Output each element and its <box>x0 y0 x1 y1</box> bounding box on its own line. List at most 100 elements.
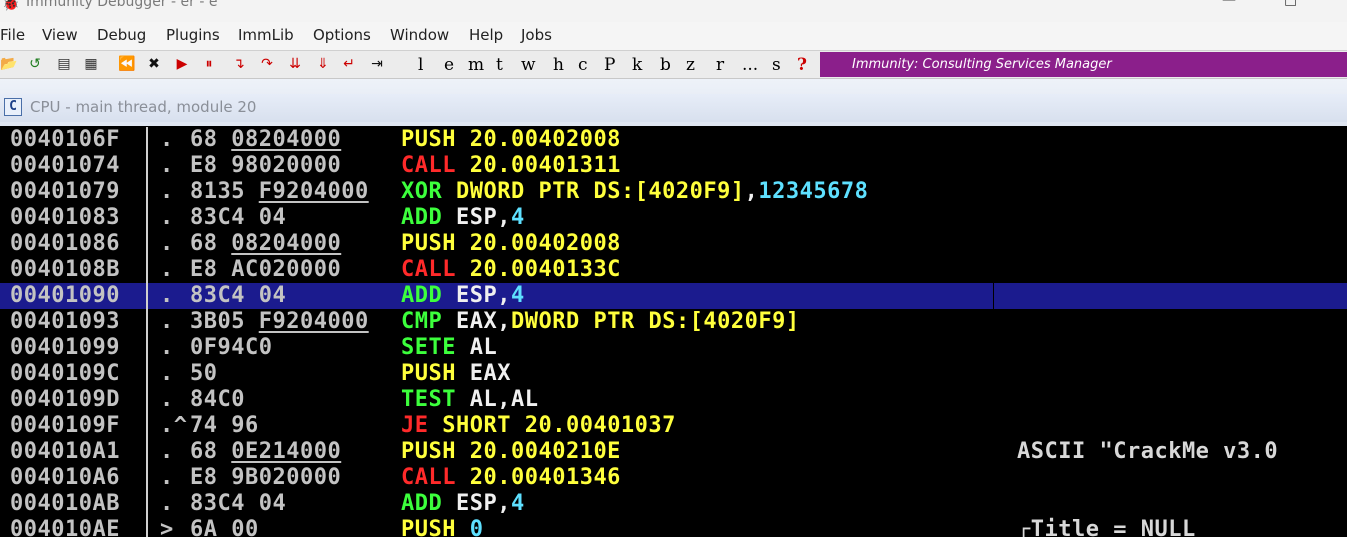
step-over-icon[interactable]: ↷ <box>258 54 276 74</box>
column-divider <box>146 127 148 153</box>
instruction-operand: EAX <box>469 361 511 386</box>
consulting-banner[interactable]: Immunity: Consulting Services Manager <box>820 52 1347 77</box>
disasm-row[interactable]: 004010AE >6A 00 PUSH 0 ┌Title = NULL <box>0 517 1347 537</box>
instruction-operand: , <box>497 205 511 230</box>
comment-column-divider <box>993 283 994 309</box>
hex-bytes: E8 98020000 <box>190 153 342 178</box>
toolbar-handles-button[interactable]: h <box>553 55 564 75</box>
disasm-flow-mark: . <box>160 387 174 412</box>
menu-file[interactable]: File <box>0 26 25 44</box>
disasm-row[interactable]: 00401083. 83C4 04 ADD ESP,4 <box>0 205 1347 231</box>
disasm-row[interactable]: 004010AB. 83C4 04 ADD ESP,4 <box>0 491 1347 517</box>
toolbar-windows-button[interactable]: w <box>521 55 536 75</box>
menu-immlib[interactable]: ImmLib <box>238 26 294 44</box>
toolbar-threads-button[interactable]: t <box>496 55 503 75</box>
menu-options[interactable]: Options <box>313 26 371 44</box>
instruction-mnemonic: CALL <box>401 257 456 282</box>
toolbar-run-trace-button[interactable]: ... <box>742 55 758 75</box>
toolbar-exec-modules-button[interactable]: e <box>444 55 454 75</box>
toolbar-hw-breakpoints-button[interactable]: z <box>686 55 695 75</box>
disasm-row[interactable]: 0040109D. 84C0 TEST AL,AL <box>0 387 1347 413</box>
disasm-flow-mark: . <box>160 283 174 308</box>
toolbar-breakpoints-button[interactable]: b <box>660 55 671 75</box>
minimize-icon[interactable]: — <box>1222 0 1236 8</box>
column-divider <box>146 205 148 231</box>
menu-debug[interactable]: Debug <box>97 26 146 44</box>
column-divider <box>146 231 148 257</box>
disasm-flow-mark: . <box>160 335 174 360</box>
column-divider <box>146 179 148 205</box>
instruction-operand: 4 <box>511 491 525 516</box>
menu-bar: File View Debug Plugins ImmLib Options W… <box>0 22 1347 50</box>
trace-into-icon[interactable]: ⇊ <box>286 54 304 74</box>
maximize-icon[interactable]: □ <box>1284 0 1297 8</box>
grid-icon[interactable]: ▦ <box>82 54 100 74</box>
disasm-row[interactable]: 0040109F .^ 74 96 JE SHORT 20.00401037 <box>0 413 1347 439</box>
instruction-operand: 20.0040133C <box>469 257 621 282</box>
restart-icon[interactable]: ↺ <box>26 54 44 74</box>
menu-jobs[interactable]: Jobs <box>521 26 552 44</box>
toolbar-source-button[interactable]: s <box>772 55 781 75</box>
disasm-row[interactable]: 00401093. 3B05 F9204000 CMP EAX,DWORD PTR … <box>0 309 1347 335</box>
disasm-hex-dump: E8 98020000 <box>190 153 341 179</box>
toolbar-patches-button[interactable]: P <box>604 55 615 75</box>
goto-icon[interactable]: ⇥ <box>368 54 386 74</box>
open-icon[interactable]: 📂 <box>0 54 18 74</box>
instruction-operand: 0 <box>469 517 484 537</box>
toolbar-memory-button[interactable]: m <box>468 55 484 75</box>
menu-view[interactable]: View <box>42 26 78 44</box>
disasm-hex-dump: 83C4 04 <box>190 283 286 309</box>
disasm-row[interactable]: 0040109C. 50 PUSH EAX <box>0 361 1347 387</box>
menu-window[interactable]: Window <box>390 26 449 44</box>
run-icon[interactable]: ▶ <box>173 54 191 74</box>
close-icon[interactable]: ✖ <box>145 54 163 74</box>
toolbar-cpu-button[interactable]: c <box>578 55 588 75</box>
toolbar-stack-button[interactable]: k <box>632 55 642 75</box>
toolbar-log-button[interactable]: l <box>418 55 423 75</box>
instruction-operand: DWORD PTR DS:[4020F9] <box>456 179 745 204</box>
disasm-row[interactable]: 004010A6. E8 9B020000 CALL 20.00401346 <box>0 465 1347 491</box>
rewind-icon[interactable]: ⏪ <box>118 54 136 74</box>
hex-fixup-bytes: 08204000 <box>231 231 342 256</box>
hex-bytes: 84C0 <box>190 387 245 412</box>
disasm-hex-dump: 8135 F9204000 <box>190 179 369 205</box>
instruction-mnemonic: SETE <box>401 335 456 360</box>
disasm-instruction: CALL 20.0040133C <box>401 257 621 283</box>
pause-icon[interactable]: ⏸ <box>200 54 218 74</box>
disasm-hex-dump: 3B05 F9204000 <box>190 309 369 335</box>
disasm-row[interactable]: 004010A1. 68 0E214000 PUSH 20.0040210E ASCI… <box>0 439 1347 465</box>
disassembly-pane[interactable]: 0040106F. 68 08204000 PUSH 20.00402008 0040… <box>0 126 1347 537</box>
instruction-operand: AL <box>469 387 498 412</box>
instruction-mnemonic: PUSH <box>401 439 456 464</box>
menu-plugins[interactable]: Plugins <box>166 26 220 44</box>
instruction-mnemonic: XOR <box>401 179 443 204</box>
disasm-row[interactable]: 00401079. 8135 F9204000 XOR DWORD PTR DS:[… <box>0 179 1347 205</box>
list-icon[interactable]: ▤ <box>55 54 73 74</box>
hex-bytes: 83C4 04 <box>190 283 287 308</box>
instruction-operand: , <box>497 309 511 334</box>
instruction-operand: 20.00402008 <box>469 127 621 152</box>
disasm-row[interactable]: 00401090. 83C4 04 ADD ESP,4 <box>0 283 1347 309</box>
toolbar-references-button[interactable]: r <box>716 55 724 75</box>
disasm-row[interactable]: 00401074. E8 98020000 CALL 20.00401311 <box>0 153 1347 179</box>
disasm-flow-mark: . <box>160 309 174 334</box>
disasm-row[interactable]: 00401086. 68 08204000 PUSH 20.00402008 <box>0 231 1347 257</box>
disasm-row[interactable]: 0040106F. 68 08204000 PUSH 20.00402008 <box>0 127 1347 153</box>
instruction-operand: 20.0040210E <box>469 439 621 464</box>
step-into-icon[interactable]: ↴ <box>230 54 248 74</box>
menu-help[interactable]: Help <box>469 26 503 44</box>
cpu-window-icon[interactable]: C <box>4 98 22 116</box>
hex-bytes: 50 <box>190 361 218 386</box>
disasm-instruction: PUSH 20.00402008 <box>401 127 621 153</box>
trace-over-icon[interactable]: ⇓ <box>314 54 332 74</box>
toolbar-help-button[interactable]: ? <box>797 55 807 75</box>
instruction-mnemonic: PUSH <box>401 361 456 386</box>
disasm-address: 00401099 <box>10 335 120 360</box>
disasm-row[interactable]: 0040108B. E8 AC020000 CALL 20.0040133C <box>0 257 1347 283</box>
column-divider <box>146 153 148 179</box>
hex-bytes: 8135 <box>190 179 259 204</box>
hex-bytes: 83C4 04 <box>190 205 287 230</box>
disasm-flow-mark: . <box>160 439 174 464</box>
execute-till-return-icon[interactable]: ↵ <box>340 54 358 74</box>
disasm-row[interactable]: 00401099. 0F94C0 SETE AL <box>0 335 1347 361</box>
